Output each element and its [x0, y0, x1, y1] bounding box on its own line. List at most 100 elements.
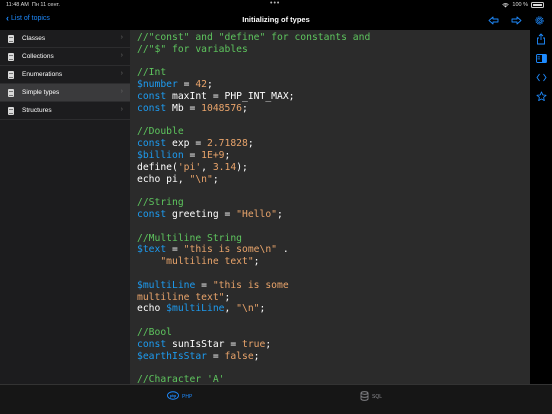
code-token: ,: [201, 161, 213, 173]
navigation-bar: ‹ List of topics Initializing of types: [0, 10, 552, 30]
code-token: "multiline text": [160, 256, 254, 268]
gear-icon[interactable]: [532, 13, 546, 27]
code-token: $earthIsStar: [137, 350, 207, 362]
sidebar-item-label: Simple types: [22, 89, 60, 96]
code-token: 1E+9: [201, 149, 225, 161]
code-token: $multiLine: [137, 279, 196, 291]
code-token: =: [177, 79, 196, 91]
sidebar-item-collections[interactable]: Collections ›: [0, 48, 130, 66]
status-time: 11:48 AM: [6, 2, 29, 8]
code-token: exp =: [166, 138, 207, 150]
svg-text:php: php: [170, 394, 176, 398]
code-token: const: [137, 102, 167, 114]
status-bar: 11:48 AM Пн 11 сент. ••• 100 %: [0, 0, 552, 10]
code-line: echo $multiLine, "\n";: [137, 303, 530, 315]
code-line: //String: [137, 197, 530, 209]
sidebar-toggle-icon[interactable]: [534, 51, 548, 65]
code-token: ;: [224, 149, 231, 161]
code-token: );: [236, 161, 248, 173]
code-line: const sunIsStar = true;: [137, 339, 530, 351]
chevron-right-icon: ›: [120, 106, 123, 113]
code-token: ;: [242, 102, 248, 114]
code-line: $text = "this is some\n" .: [137, 244, 530, 256]
multitasking-dots-icon[interactable]: •••: [270, 0, 280, 7]
share-icon[interactable]: [534, 32, 548, 46]
code-token: "Hello": [236, 208, 277, 220]
sidebar-item-simple-types[interactable]: Simple types ›: [0, 84, 130, 102]
code-token: .: [277, 244, 289, 256]
code-token: //Int: [137, 67, 167, 79]
code-line: //Bool: [137, 327, 530, 339]
code-token: greeting =: [166, 208, 237, 220]
sidebar-item-label: Collections: [22, 53, 54, 60]
php-icon: php: [167, 391, 179, 402]
document-icon: [8, 88, 14, 97]
code-line: //Multiline String: [137, 233, 530, 245]
battery-percent: 100 %: [512, 2, 528, 8]
code-token: 3.14: [212, 161, 237, 173]
code-token: ;: [207, 79, 213, 91]
code-token: false: [224, 350, 254, 362]
star-icon[interactable]: [534, 89, 548, 103]
code-token: //Character 'A': [137, 374, 225, 384]
status-time-date: 11:48 AM Пн 11 сент.: [6, 2, 60, 8]
sidebar-item-structures[interactable]: Structures ›: [0, 102, 130, 120]
code-line: //Character 'A': [137, 374, 530, 384]
code-brackets-icon[interactable]: [534, 70, 548, 84]
code-line: //Double: [137, 126, 530, 138]
tab-bar: php PHP SQL: [0, 384, 552, 414]
chevron-right-icon: ›: [120, 52, 123, 59]
code-line: const greeting = "Hello";: [137, 209, 530, 221]
nav-actions: [486, 13, 546, 27]
chevron-right-icon: ›: [120, 88, 123, 95]
code-token: ;: [253, 350, 260, 362]
code-token: 1048576: [201, 102, 242, 114]
code-view[interactable]: //"const" and "define" for constants and…: [130, 30, 530, 384]
arrow-right-icon[interactable]: [509, 13, 523, 27]
code-token: "\n": [189, 173, 213, 185]
code-token: const: [137, 338, 167, 350]
code-line: multiline text";: [137, 292, 530, 304]
code-token: ;: [253, 256, 260, 268]
code-token: const: [137, 90, 167, 102]
code-token: //String: [137, 197, 184, 209]
code-token: =: [183, 149, 202, 161]
tab-sql[interactable]: SQL: [360, 391, 382, 403]
code-line: $number = 42;: [137, 79, 530, 91]
code-token: maxInt = PHP_INT_MAX;: [166, 90, 295, 102]
sidebar-item-classes[interactable]: Classes ›: [0, 30, 130, 48]
code-token: ,: [224, 303, 237, 315]
wifi-icon: [502, 2, 510, 8]
code-token: ;: [265, 338, 272, 350]
code-token: const: [137, 208, 167, 220]
code-token: ;: [212, 173, 219, 185]
code-token: $billion: [137, 149, 184, 161]
code-token: //Double: [137, 126, 184, 138]
sidebar-item-enumerations[interactable]: Enumerations ›: [0, 66, 130, 84]
arrow-left-icon[interactable]: [486, 13, 500, 27]
document-icon: [8, 34, 14, 43]
code-token: const: [137, 138, 167, 150]
code-token: $multiLine: [166, 303, 225, 315]
code-token: Mb =: [166, 102, 202, 114]
sidebar-item-label: Classes: [22, 35, 46, 42]
code-token: //"const" and "define" for constants and: [137, 32, 371, 43]
chevron-right-icon: ›: [120, 34, 123, 41]
document-icon: [8, 70, 14, 79]
code-line: $earthIsStar = false;: [137, 351, 530, 363]
page-title: Initializing of types: [242, 15, 310, 24]
chevron-right-icon: ›: [120, 70, 123, 77]
topics-sidebar: Classes › Collections › Enumerations › S…: [0, 30, 130, 384]
code-token: 42: [195, 79, 207, 91]
code-line: const maxInt = PHP_INT_MAX;: [137, 91, 530, 103]
sidebar-item-label: Structures: [22, 107, 52, 114]
code-token: 'pi': [177, 161, 202, 173]
code-token: ;: [224, 291, 231, 303]
tab-label: SQL: [372, 394, 383, 400]
document-icon: [8, 106, 14, 115]
tab-php[interactable]: php PHP: [167, 391, 192, 402]
